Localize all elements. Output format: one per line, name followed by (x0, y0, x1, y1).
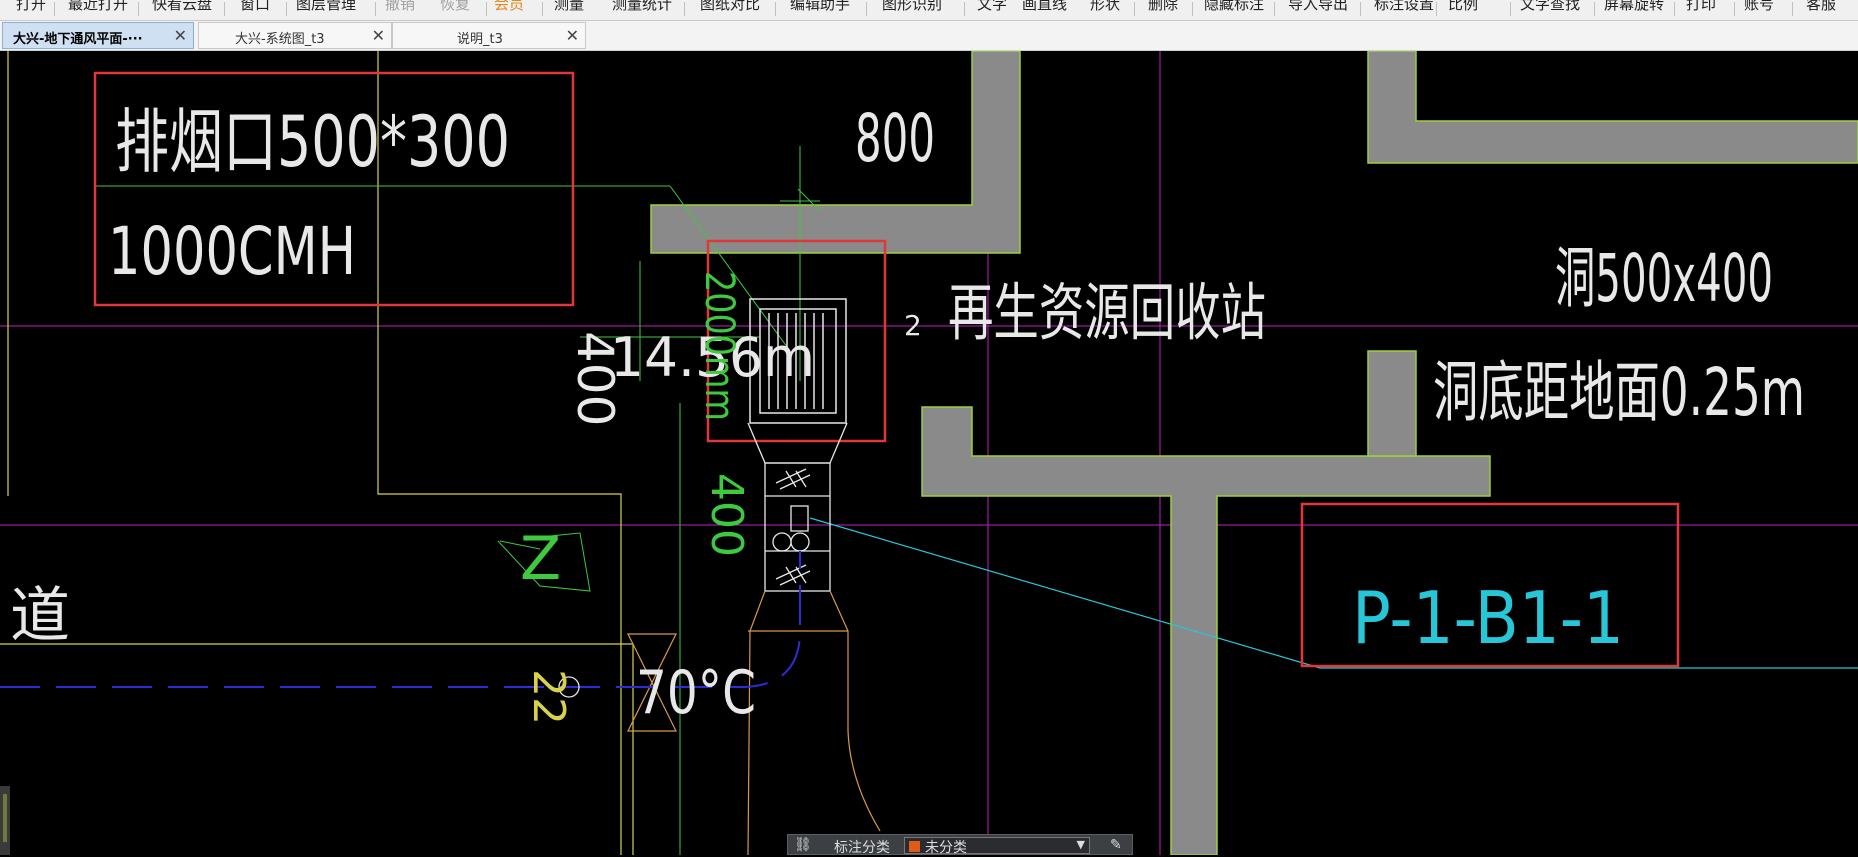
menu-bar: 打开 最近打开 快看云盘 窗口 图层管理 撤销 恢复 会员 测量 测量统计 图纸对比 编辑助手 图形识别… (0, 0, 1858, 21)
annotation-category-toolbar: ⛓ 标注分类 未分类 ▼ ✎ (787, 834, 1133, 856)
dimension-400-vertical: 400 (701, 473, 752, 557)
menu-separator (1510, 2, 1511, 16)
menu-item[interactable]: 测量统计 (612, 0, 672, 14)
edit-icon[interactable]: ✎ (1110, 837, 1122, 853)
scroll-thumb[interactable] (3, 794, 7, 842)
category-value: 未分类 (925, 840, 967, 856)
link-icon[interactable]: ⛓ (794, 837, 812, 853)
menu-separator (1594, 2, 1595, 16)
close-icon[interactable]: ✕ (372, 26, 385, 45)
menu-item[interactable]: 文字查找 (1520, 0, 1580, 14)
menu-item[interactable]: 图纸对比 (700, 0, 760, 14)
small-2-label: 2 (904, 309, 922, 342)
menu-separator (1192, 2, 1193, 16)
menu-item[interactable]: 形状 (1090, 0, 1120, 14)
menu-separator (964, 2, 965, 16)
chevron-down-icon[interactable]: ▼ (1077, 838, 1085, 851)
menu-separator (1134, 2, 1135, 16)
room-name-label: 再生资源回收站 (948, 276, 1266, 349)
menu-item[interactable]: 窗口 (240, 0, 270, 14)
menu-separator (138, 2, 139, 16)
menu-item[interactable]: 导入导出 (1288, 0, 1348, 14)
dimension-400-left: 400 (566, 331, 624, 426)
left-road-char: 道 (10, 581, 70, 651)
menu-item[interactable]: 客服 (1806, 0, 1836, 14)
menu-item[interactable]: 删除 (1148, 0, 1178, 14)
menu-item[interactable]: 画直线 (1022, 0, 1067, 14)
bottom-22-label: 22 (523, 669, 574, 725)
equipment-tag: P-1-B1-1 (1352, 576, 1624, 660)
menu-separator (54, 2, 55, 16)
temperature-label: 70°C (636, 658, 756, 728)
menu-item[interactable]: 撤销 (385, 0, 415, 14)
menu-separator (1792, 2, 1793, 16)
tab-label: 说明_t3 (457, 32, 503, 47)
menu-separator (375, 2, 376, 16)
tab-dixia-tongfeng[interactable]: 大兴-地下通风平面-··· ✕ (2, 22, 194, 49)
tab-xitongtu[interactable]: 大兴-系统图_t3 ✕ (198, 22, 392, 49)
close-icon[interactable]: ✕ (566, 26, 579, 45)
menu-separator (486, 2, 487, 16)
exhaust-size-label: 排烟口500*300 (115, 101, 510, 183)
tab-shuoming[interactable]: 说明_t3 ✕ (392, 22, 586, 49)
airflow-label: 1000CMH (108, 213, 356, 290)
menu-separator (286, 2, 287, 16)
opening-height-label: 洞底距地面0.25m (1433, 354, 1805, 431)
menu-separator (1360, 2, 1361, 16)
tab-bar: 大兴-地下通风平面-··· ✕ 大兴-系统图_t3 ✕ 说明_t3 ✕ (0, 21, 1858, 51)
menu-separator (224, 2, 225, 16)
category-label: 标注分类 (834, 840, 890, 856)
menu-item[interactable]: 标注设置 (1374, 0, 1434, 14)
menu-item[interactable]: 测量 (554, 0, 584, 14)
menu-item[interactable]: 账号 (1744, 0, 1774, 14)
menu-item[interactable]: 快看云盘 (152, 0, 212, 14)
menu-item[interactable]: 图层管理 (296, 0, 356, 14)
category-select[interactable]: 未分类 ▼ (904, 837, 1090, 856)
menu-item[interactable]: 编辑助手 (790, 0, 850, 14)
menu-separator (1436, 2, 1437, 16)
menu-item[interactable]: 隐藏标注 (1204, 0, 1264, 14)
menu-separator (1674, 2, 1675, 16)
menu-item[interactable]: 屏幕旋转 (1604, 0, 1664, 14)
dimension-2000: 2000mm (696, 271, 742, 421)
close-icon[interactable]: ✕ (174, 26, 187, 45)
drawing-canvas[interactable]: 排烟口500*300 1000CMH 800 再生资源回收站 2 洞500x40… (0, 51, 1858, 855)
menu-item[interactable]: 最近打开 (68, 0, 128, 14)
menu-separator (1734, 2, 1735, 16)
menu-item[interactable]: 恢复 (440, 0, 470, 14)
menu-separator (542, 2, 543, 16)
menu-separator (1274, 2, 1275, 16)
left-scroll-strip[interactable] (0, 786, 10, 855)
tab-label: 大兴-地下通风平面-··· (13, 32, 143, 47)
dimension-800: 800 (855, 100, 935, 177)
menu-item[interactable]: 打印 (1686, 0, 1716, 14)
menu-item[interactable]: 文字 (977, 0, 1007, 14)
tab-label: 大兴-系统图_t3 (235, 32, 325, 47)
green-mark: Z (520, 524, 561, 594)
menu-separator (775, 2, 776, 16)
menu-item[interactable]: 会员 (494, 0, 524, 14)
menu-item[interactable]: 比例 (1448, 0, 1478, 14)
menu-item[interactable]: 打开 (16, 0, 46, 14)
opening-size-label: 洞500x400 (1555, 240, 1773, 317)
menu-item[interactable]: 图形识别 (882, 0, 942, 14)
category-color-swatch (909, 841, 920, 852)
menu-separator (684, 2, 685, 16)
menu-separator (866, 2, 867, 16)
